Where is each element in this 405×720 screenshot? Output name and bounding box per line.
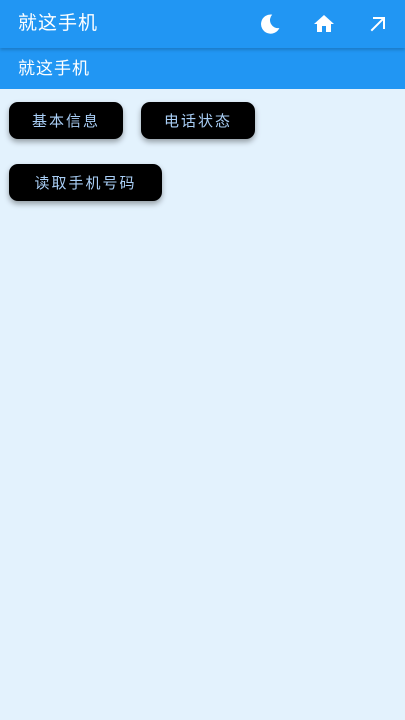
app-bar-actions (243, 0, 405, 48)
phone-status-button[interactable]: 电话状态 (141, 102, 255, 139)
arrow-up-right-icon (366, 12, 390, 36)
app-title: 就这手机 (18, 12, 99, 34)
sub-header: 就这手机 (0, 48, 405, 89)
moon-icon (258, 12, 282, 36)
open-external-button[interactable] (351, 0, 405, 48)
read-phone-number-button[interactable]: 读取手机号码 (9, 164, 162, 201)
home-button[interactable] (297, 0, 351, 48)
home-icon (312, 12, 336, 36)
basic-info-button[interactable]: 基本信息 (9, 102, 123, 139)
sub-header-title: 就这手机 (18, 59, 90, 79)
app-bar: 就这手机 (0, 0, 405, 48)
theme-toggle-button[interactable] (243, 0, 297, 48)
